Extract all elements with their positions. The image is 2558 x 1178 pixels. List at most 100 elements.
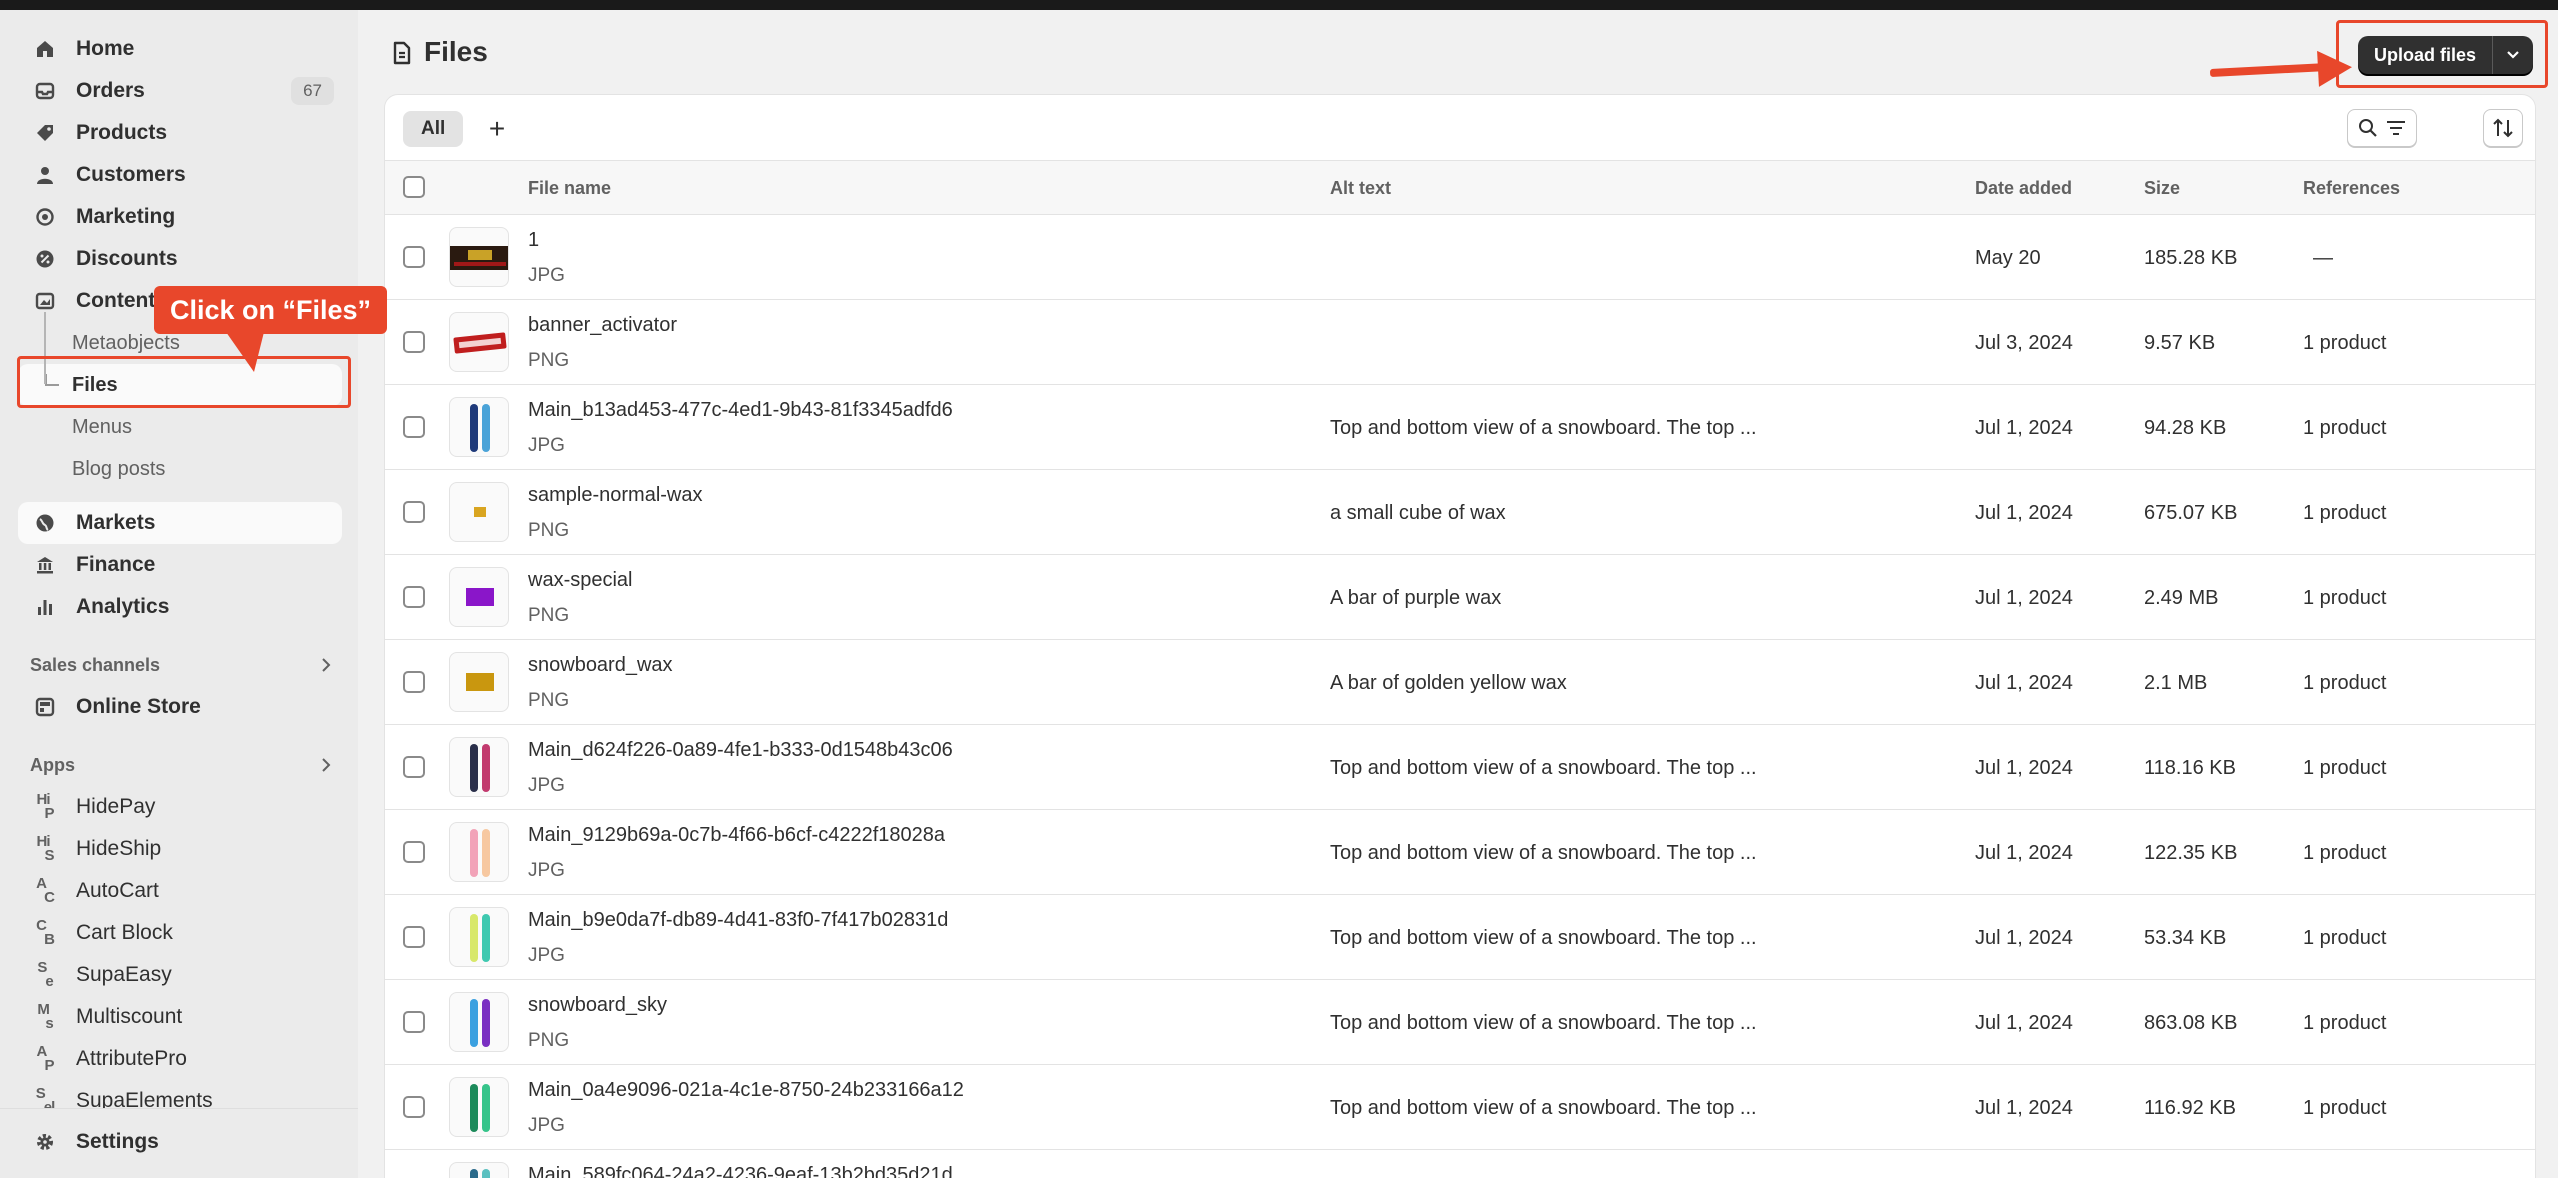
sidebar-item-label: Analytics	[76, 595, 170, 618]
file-size: 185.28 KB	[2144, 247, 2238, 269]
sort-button[interactable]	[2483, 109, 2523, 147]
sidebar: Home Orders 67 Products Customers Market…	[0, 10, 358, 1178]
gear-icon	[34, 1131, 56, 1153]
row-checkbox[interactable]	[403, 926, 425, 948]
table-row[interactable]: banner_activator PNG Jul 3, 2024 9.57 KB…	[385, 300, 2535, 385]
references: 1 product	[2303, 417, 2387, 439]
file-name[interactable]: snowboard_sky	[528, 994, 667, 1017]
table-row[interactable]: wax-special PNG A bar of purple wax Jul …	[385, 555, 2535, 640]
file-thumbnail	[449, 567, 509, 627]
references: 1 product	[2303, 1012, 2387, 1034]
row-checkbox[interactable]	[403, 246, 425, 268]
sidebar-item-label: SupaEasy	[76, 963, 172, 986]
sidebar-item-discounts[interactable]: Discounts	[18, 238, 342, 280]
alt-text: Top and bottom view of a snowboard. The …	[1330, 757, 1757, 779]
sales-channels-header[interactable]: Sales channels	[18, 644, 342, 686]
sidebar-item-customers[interactable]: Customers	[18, 154, 342, 196]
table-row[interactable]: sample-normal-wax PNG a small cube of wa…	[385, 470, 2535, 555]
table-row[interactable]: Main_b9e0da7f-db89-4d41-83f0-7f417b02831…	[385, 895, 2535, 980]
search-filter-button[interactable]	[2347, 109, 2417, 147]
arrow-to-upload	[2209, 62, 2329, 78]
sidebar-subitem-menus[interactable]: Menus	[18, 406, 342, 448]
home-icon	[34, 38, 56, 60]
file-type: JPG	[528, 945, 565, 966]
sidebar-item-orders[interactable]: Orders 67	[18, 70, 342, 112]
row-checkbox[interactable]	[403, 841, 425, 863]
file-thumbnail	[449, 312, 509, 372]
filter-icon	[2387, 121, 2405, 135]
references: 1 product	[2303, 757, 2387, 779]
apps-header[interactable]: Apps	[18, 744, 342, 786]
column-header-references: References	[2303, 178, 2401, 198]
column-header-size[interactable]: Size	[2144, 178, 2180, 199]
search-icon	[2359, 119, 2377, 137]
row-checkbox[interactable]	[403, 671, 425, 693]
table-row[interactable]: Main_0a4e9096-021a-4c1e-8750-24b233166a1…	[385, 1065, 2535, 1150]
callout-pointer	[226, 332, 264, 372]
table-row[interactable]: snowboard_sky PNG Top and bottom view of…	[385, 980, 2535, 1065]
file-name[interactable]: Main_0a4e9096-021a-4c1e-8750-24b233166a1…	[528, 1079, 964, 1102]
table-row[interactable]: Main_b13ad453-477c-4ed1-9b43-81f3345adfd…	[385, 385, 2535, 470]
file-name[interactable]: sample-normal-wax	[528, 484, 703, 507]
row-checkbox[interactable]	[403, 331, 425, 353]
references: 1 product	[2303, 672, 2387, 694]
sidebar-item-marketing[interactable]: Marketing	[18, 196, 342, 238]
sidebar-nav: Home Orders 67 Products Customers Market…	[18, 28, 342, 1122]
sidebar-app-cart-block[interactable]: CB Cart Block	[18, 912, 342, 954]
sort-icon	[2493, 118, 2513, 138]
sidebar-item-analytics[interactable]: Analytics	[18, 586, 342, 628]
multiscount-app-icon: Ms	[37, 1001, 53, 1032]
sidebar-item-online-store[interactable]: Online Store	[18, 686, 342, 728]
top-bar	[0, 0, 2558, 10]
row-checkbox[interactable]	[403, 501, 425, 523]
chevron-right-icon	[322, 658, 331, 672]
sidebar-item-label: Products	[76, 121, 168, 144]
supaeasy-app-icon: Se	[37, 959, 53, 990]
table-row[interactable]: Main_9129b69a-0c7b-4f66-b6cf-c4222f18028…	[385, 810, 2535, 895]
row-checkbox[interactable]	[403, 1096, 425, 1118]
add-view-button[interactable]: +	[479, 111, 515, 147]
table-row[interactable]: 1 JPG May 20 185.28 KB —	[385, 215, 2535, 300]
date-added: Jul 1, 2024	[1975, 502, 2073, 524]
table-row[interactable]: Main_589fc064-24a2-4236-9eaf-13b2bd35d21…	[385, 1150, 2535, 1178]
sidebar-app-hidepay[interactable]: Hi P HidePay	[18, 786, 342, 828]
file-name[interactable]: Main_d624f226-0a89-4fe1-b333-0d1548b43c0…	[528, 739, 953, 762]
sidebar-item-finance[interactable]: Finance	[18, 544, 342, 586]
sidebar-app-multiscount[interactable]: Ms Multiscount	[18, 996, 342, 1038]
file-size: 675.07 KB	[2144, 502, 2238, 524]
sidebar-item-label: Settings	[76, 1130, 159, 1153]
column-header-date-added[interactable]: Date added	[1975, 178, 2072, 199]
row-checkbox[interactable]	[403, 756, 425, 778]
row-checkbox[interactable]	[403, 1011, 425, 1033]
file-name[interactable]: wax-special	[528, 569, 632, 592]
select-all-checkbox[interactable]	[403, 176, 425, 198]
sidebar-subitem-blog-posts[interactable]: Blog posts	[18, 448, 342, 490]
file-type: JPG	[528, 435, 565, 456]
sidebar-item-label: Markets	[76, 511, 156, 534]
sidebar-app-hideship[interactable]: Hi S HideShip	[18, 828, 342, 870]
sidebar-item-products[interactable]: Products	[18, 112, 342, 154]
table-row[interactable]: Main_d624f226-0a89-4fe1-b333-0d1548b43c0…	[385, 725, 2535, 810]
file-name[interactable]: Main_589fc064-24a2-4236-9eaf-13b2bd35d21…	[528, 1164, 953, 1178]
sidebar-app-autocart[interactable]: AC AutoCart	[18, 870, 342, 912]
file-type: PNG	[528, 350, 570, 371]
arrow-head	[2317, 49, 2353, 87]
sidebar-item-home[interactable]: Home	[18, 28, 342, 70]
row-checkbox[interactable]	[403, 586, 425, 608]
sidebar-app-supaeasy[interactable]: Se SupaEasy	[18, 954, 342, 996]
file-name[interactable]: Main_9129b69a-0c7b-4f66-b6cf-c4222f18028…	[528, 824, 945, 847]
file-name[interactable]: banner_activator	[528, 314, 677, 337]
tab-all[interactable]: All	[403, 111, 464, 147]
sidebar-app-attributepro[interactable]: AP AttributePro	[18, 1038, 342, 1080]
file-name[interactable]: snowboard_wax	[528, 654, 673, 677]
sidebar-item-label: Discounts	[76, 247, 178, 270]
table-row[interactable]: snowboard_wax PNG A bar of golden yellow…	[385, 640, 2535, 725]
sidebar-item-markets[interactable]: Markets	[18, 502, 342, 544]
file-thumbnail	[449, 992, 509, 1052]
row-checkbox[interactable]	[403, 416, 425, 438]
file-name[interactable]: Main_b9e0da7f-db89-4d41-83f0-7f417b02831…	[528, 909, 948, 932]
file-name[interactable]: Main_b13ad453-477c-4ed1-9b43-81f3345adfd…	[528, 399, 953, 422]
references: 1 product	[2303, 502, 2387, 524]
file-name[interactable]: 1	[528, 229, 539, 252]
sidebar-item-settings[interactable]: Settings	[18, 1121, 342, 1163]
